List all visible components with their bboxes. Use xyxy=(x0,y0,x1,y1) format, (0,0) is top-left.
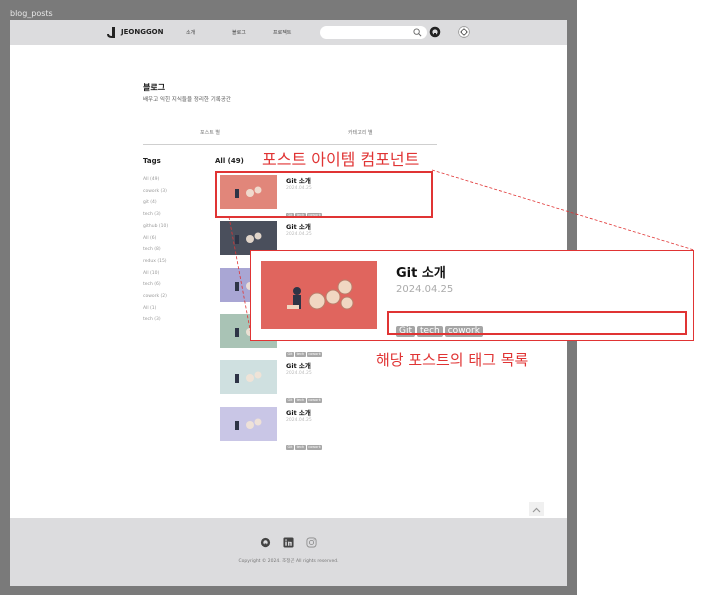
callout-line-top xyxy=(431,169,695,251)
callout-line-bottom xyxy=(228,216,253,341)
zoom-post-title[interactable]: Git 소개 xyxy=(396,262,446,281)
post-tags-highlight xyxy=(387,311,687,335)
post-item-annotation: 포스트 아이템 컴포넌트 xyxy=(262,150,420,169)
post-thumbnail xyxy=(261,261,377,329)
zoom-post-date: 2024.04.25 xyxy=(396,284,454,295)
post-item-highlight xyxy=(215,171,433,218)
post-tags-annotation: 해당 포스트의 태그 목록 xyxy=(376,351,529,369)
